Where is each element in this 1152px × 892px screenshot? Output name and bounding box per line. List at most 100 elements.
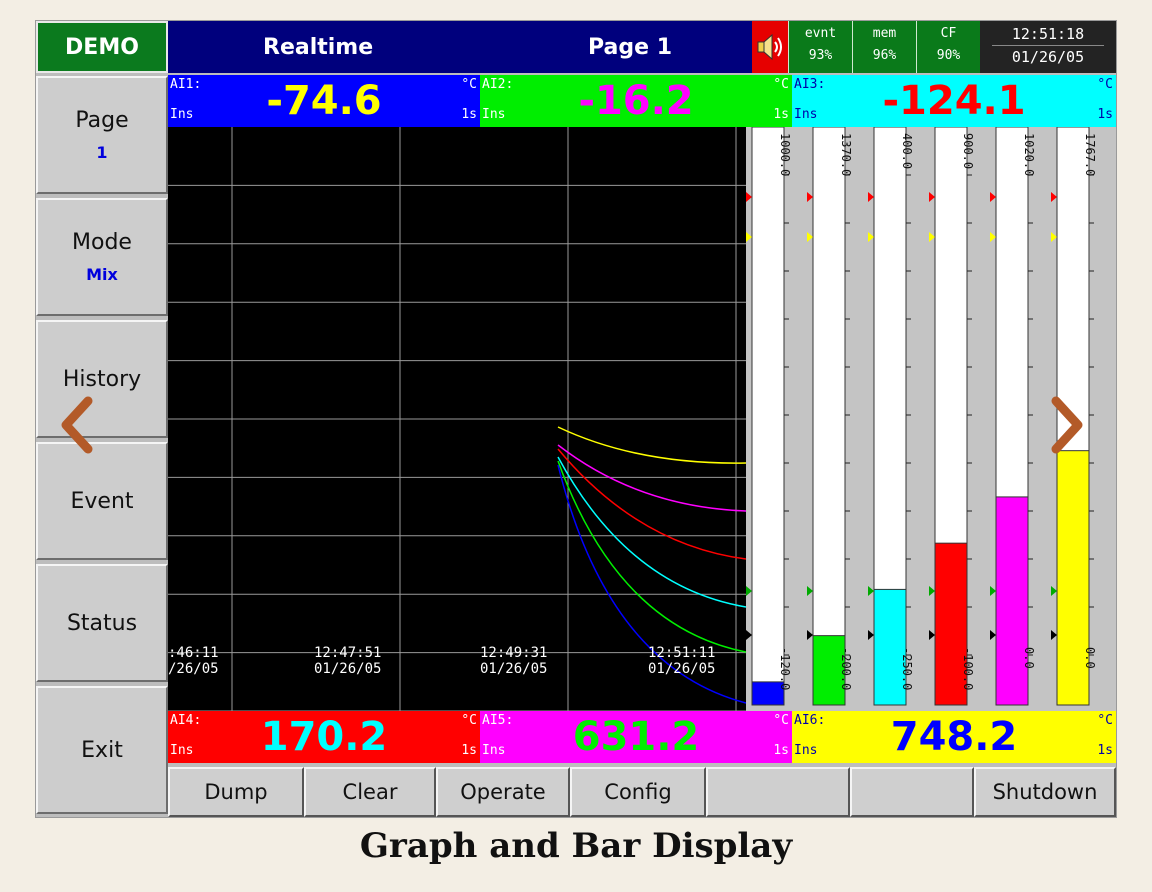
time-axis-label: :46:11 [168, 645, 219, 661]
alarm-marker-icon [807, 586, 813, 596]
channel-unit: °C [461, 77, 477, 92]
blank-button-2[interactable] [850, 767, 974, 817]
time-axis-label: 12:51:11 [648, 645, 715, 661]
date-axis-label: 01/26/05 [648, 661, 715, 677]
bar-scale-min: -100.0 [961, 647, 975, 690]
channel-value: -74.6 [266, 78, 382, 124]
channel-rate: 1s [773, 107, 789, 122]
shutdown-button[interactable]: Shutdown [974, 767, 1116, 817]
alarm-marker-icon [1051, 192, 1057, 202]
channel-unit: °C [1097, 713, 1113, 728]
bar-scale-min: 0.0 [1083, 647, 1097, 669]
alarm-marker-icon [746, 192, 752, 202]
channel-ai4[interactable]: AI4: Ins 170.2 °C 1s [168, 711, 480, 763]
previous-slide-icon[interactable] [58, 395, 98, 455]
bar-scale-min: 0.0 [1022, 647, 1036, 669]
channel-ai2[interactable]: AI2: Ins -16.2 °C 1s [480, 75, 792, 127]
channel-ai5[interactable]: AI5: Ins 631.2 °C 1s [480, 711, 792, 763]
status-button[interactable]: Status [36, 564, 168, 682]
alarm-marker-icon [1051, 232, 1057, 242]
alarm-marker-icon [746, 586, 752, 596]
bar-scale-max: 400.0 [900, 133, 914, 169]
alarm-marker-icon [1051, 630, 1057, 640]
dump-button[interactable]: Dump [168, 767, 304, 817]
page-button[interactable]: Page 1 [36, 76, 168, 194]
alarm-marker-icon [929, 586, 935, 596]
event-button[interactable]: Event [36, 442, 168, 560]
alarm-marker-icon [1051, 586, 1057, 596]
date-axis-label: /26/05 [168, 661, 219, 677]
date-axis-label: 01/26/05 [480, 661, 547, 677]
alarm-marker-icon [807, 232, 813, 242]
channel-value: 170.2 [260, 714, 388, 760]
channel-unit: °C [773, 77, 789, 92]
bar-scale-max: 900.0 [961, 133, 975, 169]
bar-track [751, 126, 785, 706]
operate-button[interactable]: Operate [436, 767, 570, 817]
config-button[interactable]: Config [570, 767, 706, 817]
channel-value: 748.2 [890, 714, 1018, 760]
alarm-marker-icon [990, 630, 996, 640]
channel-rate: 1s [461, 743, 477, 758]
memory-usage: mem 96% [852, 21, 916, 73]
event-label: evnt [804, 26, 837, 41]
trend-graph[interactable]: :46:11/26/05 12:47:51 01/26/05 12:49:31 01/2… [168, 127, 747, 712]
alarm-marker-icon [990, 586, 996, 596]
trend-trace [557, 448, 747, 560]
event-usage: evnt 93% [788, 21, 852, 73]
alarm-marker-icon [929, 630, 935, 640]
clear-button[interactable]: Clear [304, 767, 436, 817]
bar-scale-max: 1370.0 [839, 133, 853, 176]
bar-scale-max: 1000.0 [778, 133, 792, 176]
channel-rate: 1s [773, 743, 789, 758]
exit-button[interactable]: Exit [36, 686, 168, 814]
cf-value: 90% [936, 48, 961, 63]
next-slide-icon[interactable] [1046, 395, 1086, 455]
alarm-marker-icon [746, 232, 752, 242]
mode-button-value: Mix [86, 265, 118, 284]
alarm-marker-icon [868, 586, 874, 596]
mode-button-label: Mode [72, 230, 132, 255]
memory-value: 96% [872, 48, 897, 63]
title-bar: Realtime Page 1 [168, 21, 752, 73]
recorder-screen: DEMO Realtime Page 1 evnt 93% mem 96% CF… [35, 20, 1117, 818]
alarm-marker-icon [807, 192, 813, 202]
channel-rate: 1s [1097, 743, 1113, 758]
channel-unit: °C [461, 713, 477, 728]
history-button[interactable]: History [36, 320, 168, 438]
bar-scale-max: 1767.0 [1083, 133, 1097, 176]
page-button-label: Page [75, 108, 129, 133]
alarm-marker-icon [868, 192, 874, 202]
channel-ai3[interactable]: AI3: Ins -124.1 °C 1s [792, 75, 1116, 127]
time-axis-label: 12:47:51 [314, 645, 381, 661]
alarm-marker-icon [990, 232, 996, 242]
event-value: 93% [808, 48, 833, 63]
date-axis-label: 01/26/05 [314, 661, 381, 677]
clock-date: 01/26/05 [1011, 48, 1085, 66]
alarm-marker-icon [929, 192, 935, 202]
clock-time: 12:51:18 [992, 23, 1104, 46]
alarm-marker-icon [868, 630, 874, 640]
channel-value: 631.2 [572, 714, 700, 760]
blank-button-1[interactable] [706, 767, 850, 817]
page-title: Page 1 [588, 35, 673, 60]
memory-label: mem [872, 26, 897, 41]
channel-ai6[interactable]: AI6: Ins 748.2 °C 1s [792, 711, 1116, 763]
cf-usage: CF 90% [916, 21, 980, 73]
time-axis-label: 12:49:31 [480, 645, 547, 661]
figure-caption: Graph and Bar Display [359, 826, 793, 866]
cf-label: CF [940, 26, 957, 41]
channel-rate: 1s [461, 107, 477, 122]
bar-scale-min: -250.0 [900, 647, 914, 690]
channel-ai1[interactable]: AI1: Ins -74.6 °C 1s [168, 75, 480, 127]
alarm-marker-icon [807, 630, 813, 640]
channel-unit: °C [1097, 77, 1113, 92]
page-button-value: 1 [96, 143, 108, 162]
alarm-marker-icon [929, 232, 935, 242]
channel-unit: °C [773, 713, 789, 728]
speaker-icon[interactable] [752, 21, 788, 73]
mode-button[interactable]: Mode Mix [36, 198, 168, 316]
bar-scale-max: 1020.0 [1022, 133, 1036, 176]
trend-trace [557, 460, 747, 653]
bar-scale-min: -200.0 [839, 647, 853, 690]
